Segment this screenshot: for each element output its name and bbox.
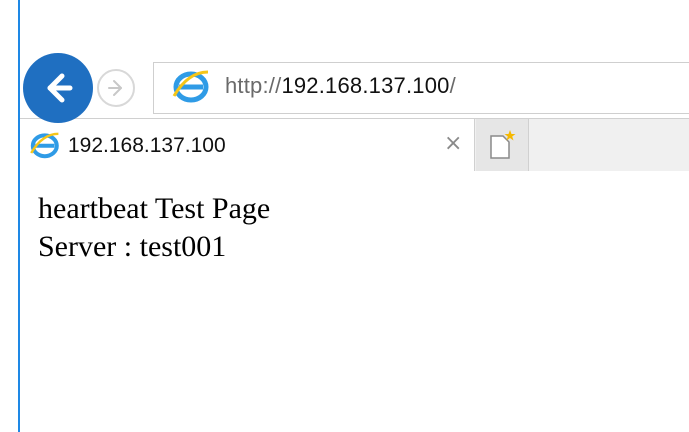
- server-info: Server : test001: [38, 230, 227, 263]
- page-heading: heartbeat Test Page: [38, 192, 271, 225]
- url-path: /: [449, 73, 456, 98]
- forward-button[interactable]: [97, 69, 135, 107]
- back-arrow-icon: [47, 73, 73, 103]
- back-button[interactable]: [23, 53, 93, 123]
- forward-arrow-icon: [108, 80, 122, 96]
- url-scheme: http://: [225, 73, 282, 98]
- page-content: heartbeat Test Page Server : test001: [38, 190, 270, 266]
- tab-close-button[interactable]: ×: [444, 129, 462, 159]
- internet-explorer-icon: [172, 70, 209, 103]
- tab-active[interactable]: 192.168.137.100 ×: [20, 119, 475, 171]
- navigation-bar: http://192.168.137.100/: [20, 50, 689, 123]
- address-url[interactable]: http://192.168.137.100/: [225, 73, 456, 99]
- url-host: 192.168.137.100: [281, 73, 450, 98]
- new-tab-icon: [490, 130, 516, 159]
- internet-explorer-icon: [30, 132, 59, 159]
- tab-title: 192.168.137.100: [68, 134, 226, 157]
- browser-window: http://192.168.137.100/ 192.168.137.100 …: [0, 0, 689, 432]
- new-tab-button[interactable]: [476, 119, 529, 171]
- tab-bar: 192.168.137.100 ×: [20, 118, 689, 171]
